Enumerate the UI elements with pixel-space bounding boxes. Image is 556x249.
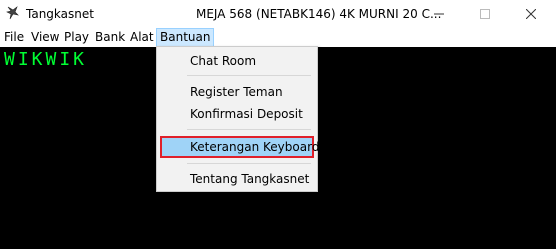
menu-item-register-teman[interactable]: Register Teman	[160, 81, 314, 103]
bantuan-dropdown-menu: Chat Room Register Teman Konfirmasi Depo…	[156, 46, 319, 192]
menu-play[interactable]: Play	[61, 28, 92, 47]
menu-view[interactable]: View	[28, 28, 62, 47]
menu-item-konfirmasi-deposit[interactable]: Konfirmasi Deposit	[160, 103, 314, 125]
menu-file[interactable]: File	[1, 28, 27, 47]
menu-item-tentang-tangkasnet[interactable]: Tentang Tangkasnet	[160, 168, 314, 190]
window-title: MEJA 568 (NETABK146) 4K MURNI 20 C...	[196, 7, 442, 21]
menu-separator	[187, 75, 311, 76]
title-bar: Tangkasnet MEJA 568 (NETABK146) 4K MURNI…	[0, 0, 556, 28]
player-name-text: WIKWIK	[4, 49, 88, 70]
minimize-button[interactable]	[416, 0, 462, 28]
menu-bantuan[interactable]: Bantuan	[156, 28, 215, 47]
close-icon	[526, 9, 536, 19]
menu-bar: File View Play Bank Alat Bantuan	[0, 28, 556, 47]
bird-icon[interactable]	[6, 5, 20, 21]
menu-separator	[187, 129, 311, 130]
menu-alat[interactable]: Alat	[127, 28, 157, 47]
menu-item-chat-room[interactable]: Chat Room	[160, 50, 314, 72]
maximize-button[interactable]	[462, 0, 508, 28]
maximize-icon	[480, 9, 490, 19]
menu-bank[interactable]: Bank	[92, 28, 128, 47]
close-button[interactable]	[508, 0, 554, 28]
minimize-icon	[434, 13, 444, 15]
menu-item-keterangan-keyboard[interactable]: Keterangan Keyboard	[160, 136, 319, 158]
app-name: Tangkasnet	[26, 7, 94, 21]
menu-separator	[187, 163, 311, 164]
